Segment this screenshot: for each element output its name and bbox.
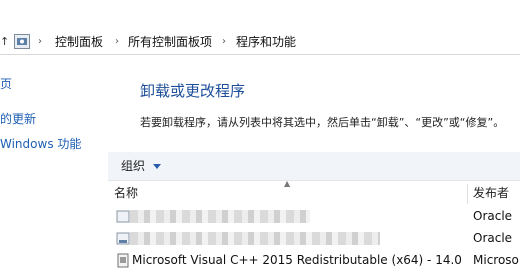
page-description: 若要卸载程序，请从列表中将其选中，然后单击“卸载”、“更改”或“修复”。 <box>140 116 505 129</box>
sidebar-item-windows-features[interactable]: Windows 功能 <box>0 137 81 151</box>
program-icon <box>116 232 130 245</box>
breadcrumb-control-panel[interactable]: 控制面板 <box>55 34 103 50</box>
list-header: 名称 发布者 <box>108 184 520 204</box>
sidebar-item-home[interactable]: 页 <box>0 77 12 91</box>
column-header-name[interactable]: 名称 <box>114 186 138 200</box>
installer-icon <box>117 253 129 268</box>
page-title: 卸载或更改程序 <box>140 82 246 100</box>
organize-button[interactable]: 组织 <box>121 159 162 173</box>
redacted-text <box>130 210 310 223</box>
address-bar[interactable]: ↑ › 控制面板 › 所有控制面板项 › 程序和功能 <box>0 30 520 55</box>
table-row[interactable]: Oracle <box>108 228 520 250</box>
control-panel-icon <box>14 34 30 49</box>
sidebar-item-installed-updates[interactable]: 的更新 <box>0 112 36 126</box>
program-publisher: Oracle <box>473 231 513 245</box>
chevron-right-icon: › <box>38 36 42 47</box>
toolbar: 组织 <box>108 152 520 181</box>
table-row[interactable]: Oracle <box>108 206 520 228</box>
chevron-right-icon: › <box>115 36 119 47</box>
table-row[interactable]: Microsoft Visual C++ 2015 Redistributabl… <box>108 250 520 272</box>
program-publisher: Microso <box>473 253 519 267</box>
redacted-text <box>130 232 380 245</box>
program-icon <box>116 210 130 223</box>
program-publisher: Oracle <box>473 209 513 223</box>
column-header-publisher[interactable]: 发布者 <box>473 186 509 200</box>
breadcrumb-all-items[interactable]: 所有控制面板项 <box>128 34 212 50</box>
program-name: Microsoft Visual C++ 2015 Redistributabl… <box>132 253 462 267</box>
chevron-right-icon: › <box>222 36 226 47</box>
column-divider[interactable] <box>467 184 468 204</box>
up-arrow-icon[interactable]: ↑ <box>0 36 10 48</box>
chevron-down-icon <box>153 164 162 169</box>
breadcrumb-programs-features[interactable]: 程序和功能 <box>236 34 296 50</box>
